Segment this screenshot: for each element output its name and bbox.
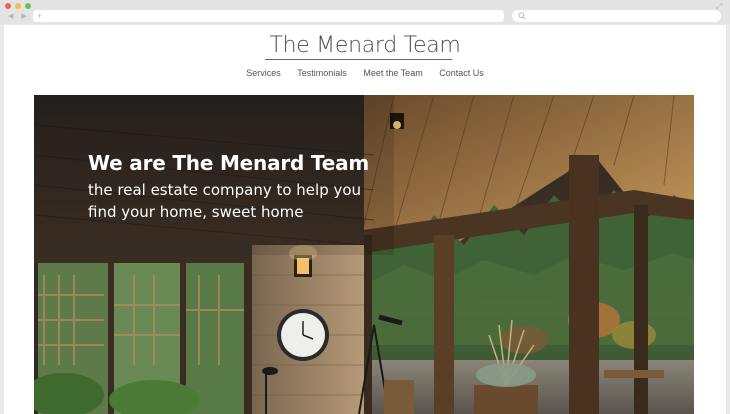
minimize-window-icon[interactable] <box>15 3 21 9</box>
hero-subheading: the real estate company to help you find… <box>88 181 362 221</box>
nav-item-services[interactable]: Services <box>246 68 281 78</box>
close-window-icon[interactable] <box>5 3 11 9</box>
hero-porch-photo <box>34 95 694 414</box>
search-icon <box>518 12 526 20</box>
back-forward-arrows-icon[interactable]: ◀ ▶ <box>8 12 30 20</box>
browser-search-bar[interactable] <box>512 10 721 22</box>
hero-banner: We are The Menard Team the real estate c… <box>34 95 694 414</box>
maximize-window-icon[interactable] <box>25 3 31 9</box>
hero-heading: We are The Menard Team <box>88 151 370 175</box>
browser-chrome: ◀ ▶ + ⤢ <box>0 0 730 24</box>
nav-item-contact-us[interactable]: Contact Us <box>439 68 484 78</box>
add-tab-icon[interactable]: + <box>37 10 42 22</box>
nav-item-meet-the-team[interactable]: Meet the Team <box>363 68 422 78</box>
nav-item-testimonials[interactable]: Testimonials <box>297 68 347 78</box>
site-title[interactable]: The Menard Team <box>4 33 726 58</box>
title-underline <box>265 59 452 60</box>
address-bar[interactable]: + <box>33 10 504 22</box>
main-nav: Services Testimonials Meet the Team Cont… <box>4 68 726 78</box>
fullscreen-expand-icon[interactable]: ⤢ <box>716 2 722 12</box>
webpage: The Menard Team Services Testimonials Me… <box>4 25 726 414</box>
hero-text-block: We are The Menard Team the real estate c… <box>88 151 378 223</box>
